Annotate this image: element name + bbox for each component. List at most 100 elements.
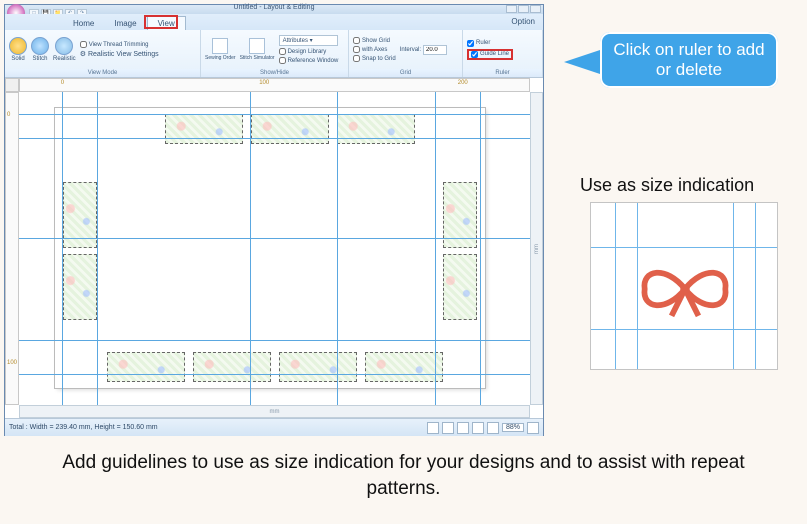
status-bar: Total : Width = 239.40 mm, Height = 150.… [5,418,543,436]
zoom-in-icon[interactable] [527,422,539,434]
thumb-guide-h1 [591,247,777,248]
pattern-bottom-4[interactable] [365,352,443,382]
attributes-dropdown[interactable]: Attributes ▾ [279,35,339,46]
group-label-ruler: Ruler [463,69,542,77]
pattern-top-1[interactable] [165,114,243,144]
realistic-settings-label: Realistic View Settings [88,51,159,58]
with-axes-checkbox[interactable]: with Axes [353,46,396,53]
tab-bar: Home Image View Option [5,14,543,30]
status-icon-3[interactable] [457,422,469,434]
design-page[interactable] [55,108,485,388]
zoom-value[interactable]: 88% [502,423,524,432]
ruler-horizontal[interactable]: 0 100 200 [19,78,530,92]
ruler-h-100: 100 [259,80,269,86]
caption: Add guidelines to use as size indication… [30,450,777,501]
realistic-view-button[interactable]: Realistic [53,37,76,62]
scrollbar-horizontal[interactable]: mm [19,405,530,418]
guide-line-label: Guide Line [480,51,509,57]
window-controls [506,5,541,13]
side-title: Use as size indication [580,175,754,196]
minimize-icon[interactable] [506,5,517,13]
ribbon: Solid Stitch Realistic View Thread Trimm… [5,30,543,78]
guide-h-2[interactable] [19,138,530,139]
stitch-icon [31,37,49,55]
stitch-simulator-button[interactable]: Stitch Simulator [240,38,275,61]
status-icon-5[interactable] [487,422,499,434]
bow-icon [637,259,733,319]
group-show-hide: Sewing Order Stitch Simulator Attributes… [201,30,349,77]
ruler-checkbox[interactable]: Ruler [467,40,513,47]
pattern-top-2[interactable] [251,114,329,144]
ruler-corner[interactable] [5,78,19,92]
solid-icon [9,37,27,55]
stitch-view-button[interactable]: Stitch [31,37,49,62]
grid-stack-left: Show Grid with Axes Snap to Grid [353,37,396,62]
thumb-guide-h2 [591,329,777,330]
group-label-view-mode: View Mode [5,69,200,77]
guide-h-5[interactable] [19,374,530,375]
scrollbar-vertical[interactable]: mm [530,92,543,405]
close-icon[interactable] [530,5,541,13]
tab-image[interactable]: Image [104,17,146,30]
guide-line-checkbox[interactable]: Guide Line [467,49,513,60]
snap-grid-label: Snap to Grid [362,56,396,62]
guide-h-1[interactable] [19,114,530,115]
status-icon-1[interactable] [427,422,439,434]
show-grid-label: Show Grid [362,38,390,44]
reference-window-checkbox[interactable]: Reference Window [279,57,339,64]
status-right: 88% [427,422,539,434]
design-stage: 0 100 200 0 100 [5,78,543,418]
view-mode-options: View Thread Trimming ⚙Realistic View Set… [80,41,159,58]
guide-h-3[interactable] [19,238,530,239]
ruler-stack: Ruler Guide Line [467,40,513,60]
maximize-icon[interactable] [518,5,529,13]
sewing-order-button[interactable]: Sewing Order [205,38,236,61]
group-ruler: Ruler Guide Line Ruler [463,30,543,77]
thumb-guide-v3 [733,203,734,369]
ruler-h-0: 0 [61,80,64,86]
group-view-mode: Solid Stitch Realistic View Thread Trimm… [5,30,201,77]
reference-window-label: Reference Window [288,58,339,64]
callout-text: Click on ruler to add or delete [608,40,770,80]
ruler-vertical[interactable]: 0 100 [5,92,19,405]
design-library-checkbox[interactable]: Design Library [279,48,339,55]
guide-h-4[interactable] [19,340,530,341]
pattern-top-3[interactable] [337,114,415,144]
pattern-bottom-1[interactable] [107,352,185,382]
unit-v: mm [534,244,540,254]
sewing-order-label: Sewing Order [205,55,236,61]
pattern-right-2[interactable] [443,254,477,320]
pattern-bottom-3[interactable] [279,352,357,382]
realistic-settings-button[interactable]: ⚙Realistic View Settings [80,50,159,58]
attributes-label: Attributes [283,38,308,44]
tab-home[interactable]: Home [63,17,104,30]
option-menu[interactable]: Option [511,17,535,26]
title-bar: □ 💾 📁 ↶ ↷ Untitled - Layout & Editing [5,5,543,14]
realistic-label: Realistic [53,56,76,62]
stitch-label: Stitch [32,56,47,62]
sewing-order-icon [212,38,228,54]
status-icon-4[interactable] [472,422,484,434]
gear-icon: ⚙ [80,50,86,58]
unit-h: mm [270,409,280,415]
show-grid-checkbox[interactable]: Show Grid [353,37,396,44]
status-total: Total : Width = 239.40 mm, Height = 150.… [9,424,158,431]
snap-grid-checkbox[interactable]: Snap to Grid [353,55,396,62]
status-icon-2[interactable] [442,422,454,434]
pattern-left-2[interactable] [63,254,97,320]
thread-trimming-label: View Thread Trimming [89,42,149,48]
pattern-bottom-2[interactable] [193,352,271,382]
stitch-simulator-label: Stitch Simulator [240,55,275,61]
realistic-icon [55,37,73,55]
thumb-guide-v1 [615,203,616,369]
callout-bubble: Click on ruler to add or delete [600,32,778,88]
group-label-grid: Grid [349,69,462,77]
ruler-h-200: 200 [458,80,468,86]
group-grid: Show Grid with Axes Snap to Grid Interva… [349,30,463,77]
solid-view-button[interactable]: Solid [9,37,27,62]
tab-view-highlight [144,15,178,29]
interval-label: Interval: [400,47,421,53]
ruler-v-100: 100 [7,360,17,366]
thread-trimming-checkbox[interactable]: View Thread Trimming [80,41,159,48]
interval-input[interactable] [423,45,447,55]
